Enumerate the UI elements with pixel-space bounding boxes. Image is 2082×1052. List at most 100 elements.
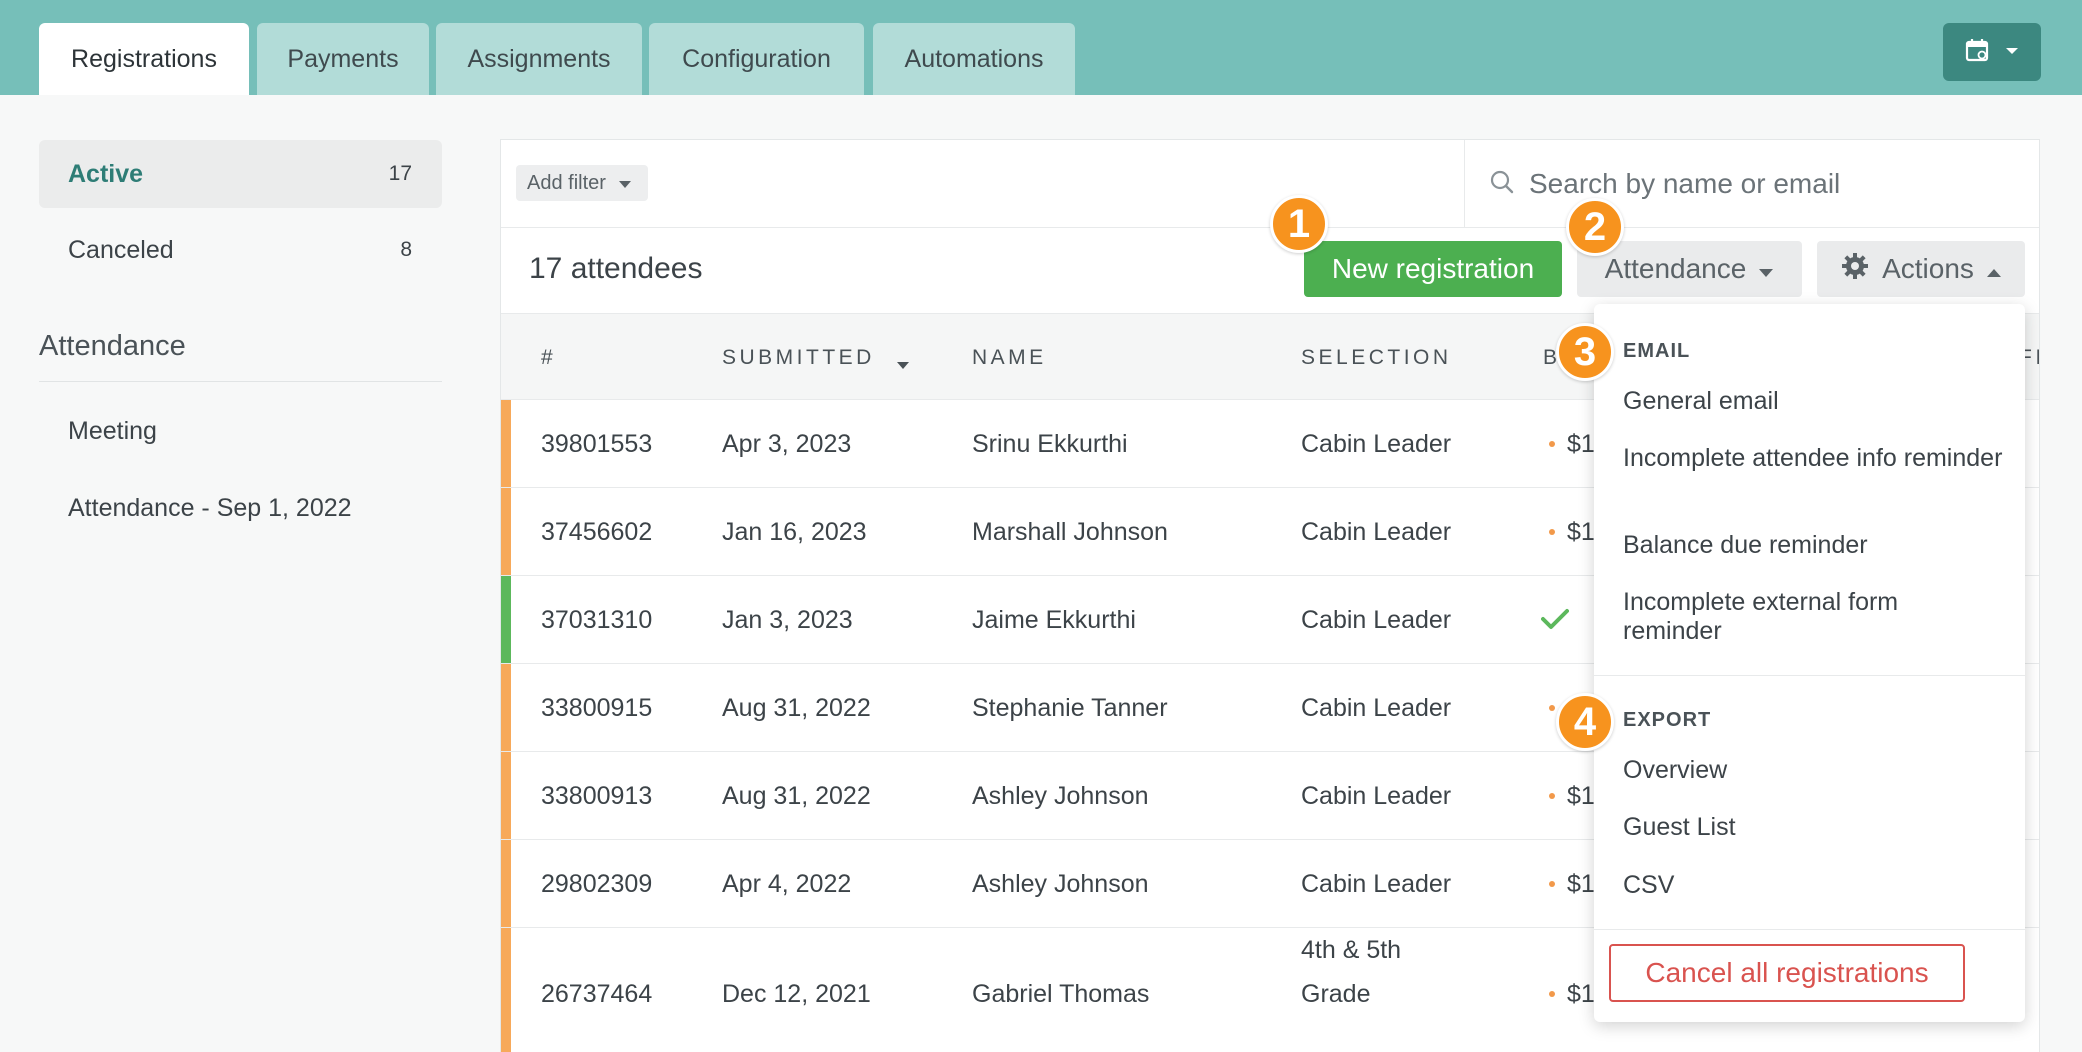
attendee-count: 17 attendees [529,252,703,285]
row-submitted: Apr 3, 2023 [722,430,852,458]
row-number: 29802309 [541,870,653,898]
status-stripe [501,488,511,575]
status-stripe [501,752,511,839]
row-submitted: Aug 31, 2022 [722,782,871,810]
menu-item-general-email[interactable]: General email [1623,387,2003,416]
calendar-menu-button[interactable] [1943,23,2041,81]
status-stripe [501,840,511,927]
menu-item-export-guest-list[interactable]: Guest List [1623,813,2003,842]
actions-button-label: Actions [1882,253,1974,284]
actions-dropdown-menu: EMAIL General email Incomplete attendee … [1594,304,2025,1022]
top-navigation-bar: Registrations Payments Assignments Confi… [0,0,2082,95]
row-selection-line2: Grade [1301,980,1371,1008]
row-balance: $1 [1567,870,1595,898]
callout-badge-1: 1 [1270,195,1328,253]
menu-item-export-overview[interactable]: Overview [1623,756,2003,785]
tab-automations[interactable]: Automations [873,23,1075,95]
email-section-heading: EMAIL [1623,340,1691,362]
callout-badge-4: 4 [1556,693,1614,751]
row-submitted: Aug 31, 2022 [722,694,871,722]
row-number: 26737464 [541,980,653,1008]
row-number: 37456602 [541,518,653,546]
balance-due-dot-icon [1549,991,1555,997]
add-filter-button[interactable]: Add filter [516,165,648,201]
gear-icon [1840,251,1870,288]
cancel-all-registrations-button[interactable]: Cancel all registrations [1609,944,1965,1002]
paid-check-icon [1541,608,1569,637]
row-name[interactable]: Ashley Johnson [972,870,1149,899]
tab-assignments[interactable]: Assignments [436,23,642,95]
row-submitted: Dec 12, 2021 [722,980,871,1008]
row-selection-line1: 4th & 5th [1301,936,1402,964]
menu-item-incomplete-external-form[interactable]: Incomplete external form reminder [1623,588,2003,646]
column-header-number[interactable]: # [541,346,556,370]
sidebar-item-canceled[interactable]: Canceled 8 [39,216,442,284]
status-stripe [501,664,511,751]
menu-item-export-csv[interactable]: CSV [1623,871,2003,900]
row-name[interactable]: Ashley Johnson [972,782,1149,811]
row-selection: Cabin Leader [1301,782,1452,810]
row-selection: Cabin Leader [1301,870,1452,898]
tab-registrations[interactable]: Registrations [39,23,249,95]
calendar-link-icon [1965,37,1991,68]
export-section-heading: EXPORT [1623,709,1712,731]
status-stripe [501,928,511,1052]
row-name[interactable]: Gabriel Thomas [972,980,1149,1009]
sidebar-item-active[interactable]: Active 17 [39,140,442,208]
sidebar-item-count: 8 [400,238,412,261]
balance-due-dot-icon [1549,793,1555,799]
row-number: 39801553 [541,430,653,458]
caret-down-icon [618,172,632,195]
balance-due-dot-icon [1549,441,1555,447]
callout-badge-2: 2 [1566,198,1624,256]
row-balance: $1 [1567,430,1595,458]
row-number: 33800915 [541,694,653,722]
row-number: 37031310 [541,606,653,634]
column-header-selection[interactable]: SELECTION [1301,346,1452,370]
search-box [1464,140,2039,228]
row-selection: Cabin Leader [1301,518,1452,546]
status-stripe [501,400,511,487]
menu-item-balance-due-reminder[interactable]: Balance due reminder [1623,531,2003,560]
sidebar-item-count: 17 [388,162,412,185]
sidebar-item-label: Active [68,159,144,188]
row-name[interactable]: Jaime Ekkurthi [972,606,1136,635]
tab-payments[interactable]: Payments [257,23,429,95]
balance-due-dot-icon [1549,705,1555,711]
row-name[interactable]: Stephanie Tanner [972,694,1168,723]
row-submitted: Jan 16, 2023 [722,518,867,546]
row-balance: $1 [1567,980,1595,1008]
actions-dropdown-button[interactable]: Actions [1817,241,2025,297]
callout-badge-3: 3 [1556,323,1614,381]
sidebar-item-meeting[interactable]: Meeting [68,417,157,446]
sidebar-item-attendance-sep-1[interactable]: Attendance - Sep 1, 2022 [68,494,352,523]
column-header-name[interactable]: NAME [972,346,1047,370]
column-header-submitted[interactable]: SUBMITTED [722,346,875,370]
row-submitted: Jan 3, 2023 [722,606,853,634]
balance-due-dot-icon [1549,881,1555,887]
sort-desc-icon[interactable] [896,352,910,376]
caret-down-icon [1758,253,1774,285]
row-name[interactable]: Srinu Ekkurthi [972,430,1128,459]
row-number: 33800913 [541,782,653,810]
row-balance: $1 [1567,782,1595,810]
search-input[interactable] [1529,168,2009,200]
add-filter-label: Add filter [527,171,606,194]
menu-divider [1594,929,2025,930]
row-selection: Cabin Leader [1301,606,1452,634]
sidebar-item-label: Canceled [68,235,174,264]
row-balance: $1 [1567,518,1595,546]
row-selection: Cabin Leader [1301,694,1452,722]
row-submitted: Apr 4, 2022 [722,870,852,898]
tab-configuration[interactable]: Configuration [649,23,864,95]
status-stripe [501,576,511,663]
new-registration-button[interactable]: New registration [1304,241,1562,297]
row-selection: Cabin Leader [1301,430,1452,458]
menu-divider [1594,675,2025,676]
chevron-down-icon [2005,43,2019,61]
menu-item-incomplete-attendee-info[interactable]: Incomplete attendee info reminder [1623,444,2003,473]
attendance-heading: Attendance [39,330,442,382]
caret-up-icon [1986,253,2002,285]
balance-due-dot-icon [1549,529,1555,535]
row-name[interactable]: Marshall Johnson [972,518,1168,547]
